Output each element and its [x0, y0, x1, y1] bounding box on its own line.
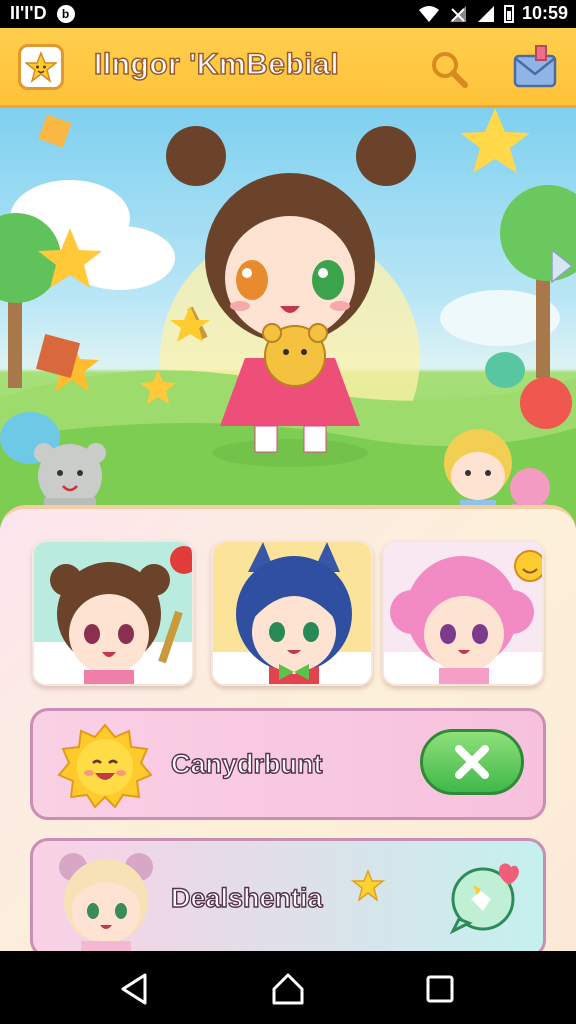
chat-bubble-icon[interactable] — [447, 859, 523, 935]
search-icon[interactable] — [428, 48, 470, 90]
hero-illustration — [0, 108, 576, 528]
list-item[interactable]: Canydrbunt — [30, 708, 546, 820]
character-card-blue-hair[interactable] — [211, 540, 373, 686]
wifi-icon — [418, 5, 439, 22]
bear-ear-chibi-icon — [59, 853, 153, 953]
app-title: Ilngor 'KmBebial — [93, 47, 340, 82]
recents-icon[interactable] — [420, 969, 460, 1009]
signal-off-icon — [449, 5, 466, 22]
mailbox-icon[interactable] — [512, 44, 558, 90]
battery-icon — [503, 4, 514, 23]
status-time: 10:59 — [521, 3, 568, 23]
star-icon — [25, 51, 57, 83]
list-item-label: Dealshentia — [170, 882, 323, 913]
close-button[interactable] — [420, 729, 524, 795]
home-icon[interactable] — [268, 969, 308, 1009]
star-icon — [351, 869, 385, 902]
signal-icon — [477, 5, 494, 22]
pink-hair-chibi-portrait — [384, 542, 542, 684]
character-card-pink-hair[interactable] — [382, 540, 544, 686]
hero-scene — [0, 108, 576, 528]
close-icon — [455, 745, 489, 779]
circle-b-icon: b — [56, 4, 75, 23]
blue-hair-cat-chibi-portrait — [213, 542, 371, 684]
back-icon[interactable] — [115, 969, 155, 1009]
list-item-label: Canydrbunt — [170, 748, 323, 779]
status-left-text: II'I'D — [10, 3, 47, 23]
sun-mascot-icon — [57, 723, 153, 809]
app-header: Ilngor 'KmBebial — [0, 28, 576, 108]
status-bar: II'I'D b 10:59 — [0, 0, 576, 28]
system-nav-bar — [0, 951, 576, 1024]
brown-hair-chibi-portrait — [34, 542, 192, 684]
character-card-brown-hair[interactable] — [32, 540, 194, 686]
list-item[interactable]: Dealshentia — [30, 838, 546, 958]
star-menu-button[interactable] — [18, 44, 64, 90]
